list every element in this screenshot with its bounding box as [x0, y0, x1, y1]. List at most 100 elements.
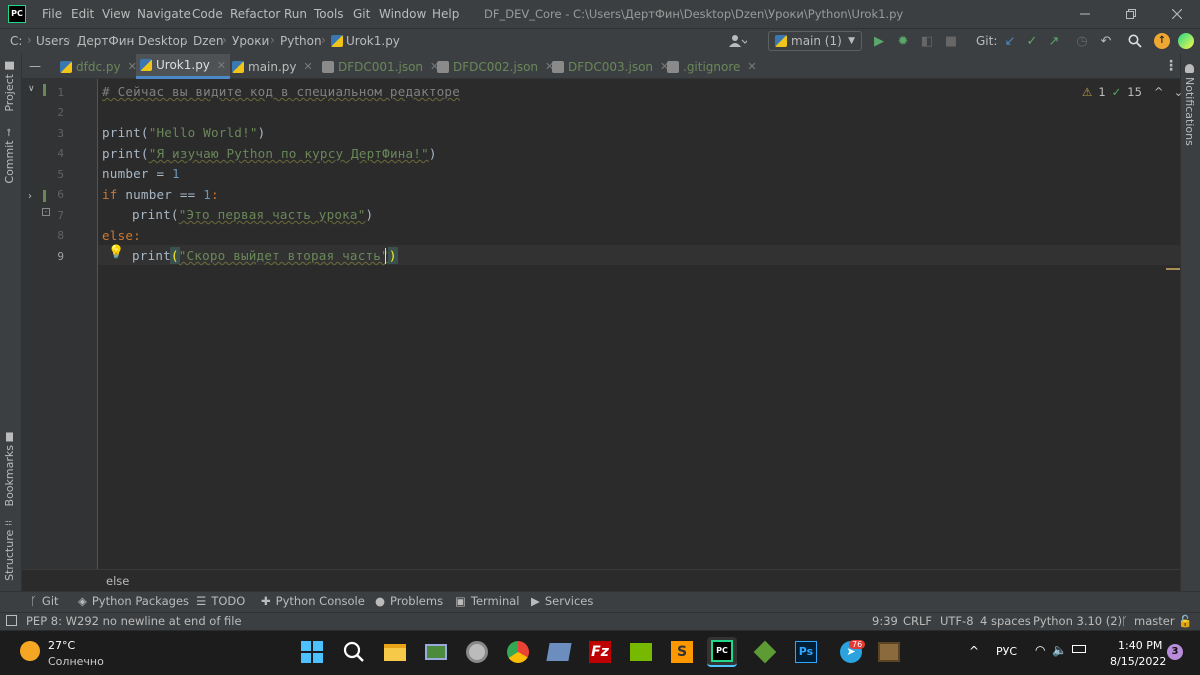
- tab-dfdc002-json[interactable]: DFDC002.json ✕: [433, 54, 558, 79]
- structure-tool-tab[interactable]: Structure ⁞⁞: [3, 520, 16, 581]
- lock-icon[interactable]: 🔓: [1178, 614, 1192, 628]
- minus-icon[interactable]: —: [29, 59, 41, 73]
- chrome-button[interactable]: [503, 637, 533, 667]
- problems-tool-button[interactable]: ● Problems: [375, 594, 443, 608]
- nvidia-button[interactable]: [626, 637, 656, 667]
- pycharm-logo-icon[interactable]: PC: [8, 5, 26, 23]
- stop-button[interactable]: ■: [941, 31, 961, 51]
- terminal-tool-button[interactable]: ▣ Terminal: [455, 594, 519, 608]
- toggle-tool-windows-icon[interactable]: [6, 615, 17, 626]
- git-rollback-button[interactable]: ↶: [1096, 31, 1116, 51]
- tab-dfdc001-json[interactable]: DFDC001.json ✕: [318, 54, 443, 79]
- python-console-tool-button[interactable]: ✚ Python Console: [261, 594, 365, 608]
- notifications-tool-tab[interactable]: Notifications: [1183, 64, 1196, 146]
- file-explorer-button[interactable]: [380, 637, 410, 667]
- file-encoding[interactable]: UTF-8: [940, 614, 974, 628]
- close-tab-icon[interactable]: ✕: [747, 60, 756, 73]
- project-tool-tab[interactable]: Project: [3, 62, 16, 112]
- chevron-up-icon[interactable]: ^: [1154, 85, 1164, 99]
- chevron-down-icon[interactable]: ⌄: [1174, 85, 1184, 99]
- tab-dfdc003-json[interactable]: DFDC003.json ✕: [548, 54, 673, 79]
- remote-desktop-button[interactable]: [421, 637, 451, 667]
- user-icon[interactable]: [728, 31, 748, 51]
- taskbar-search-button[interactable]: [339, 637, 369, 667]
- menu-run[interactable]: Run: [284, 7, 307, 21]
- caret-position[interactable]: 9:39: [872, 614, 898, 628]
- minecraft-button[interactable]: [750, 637, 780, 667]
- start-button[interactable]: [297, 637, 327, 667]
- menu-help[interactable]: Help: [432, 7, 459, 21]
- indent-setting[interactable]: 4 spaces: [980, 614, 1031, 628]
- close-window-button[interactable]: [1154, 0, 1200, 28]
- chevron-down-icon[interactable]: ∨: [28, 84, 35, 94]
- chevron-up-icon[interactable]: ^: [969, 644, 979, 658]
- restore-button[interactable]: [1108, 0, 1154, 28]
- clock-date[interactable]: 8/15/2022: [1110, 655, 1166, 668]
- inspection-widget[interactable]: ⚠ 1 ✓ 15 ^ ⌄: [1082, 85, 1183, 99]
- breadcrumb-file[interactable]: Urok1.py: [346, 34, 400, 48]
- git-push-button[interactable]: ↗: [1044, 31, 1064, 51]
- clock-time[interactable]: 1:40 PM: [1118, 639, 1162, 652]
- menu-file[interactable]: File: [42, 7, 62, 21]
- close-tab-icon[interactable]: ✕: [217, 59, 226, 72]
- photoshop-button[interactable]: Ps: [791, 637, 821, 667]
- menu-code[interactable]: Code: [192, 7, 223, 21]
- line-separator[interactable]: CRLF: [903, 614, 932, 628]
- bookmarks-tool-tab[interactable]: Bookmarks: [3, 432, 16, 506]
- services-tool-button[interactable]: ▶ Services: [531, 594, 593, 608]
- tab-gitignore[interactable]: .gitignore ✕: [663, 54, 761, 79]
- run-configuration-select[interactable]: main (1) ▼: [768, 31, 862, 51]
- menu-git[interactable]: Git: [353, 7, 370, 21]
- minimize-button[interactable]: [1062, 0, 1108, 28]
- commit-tool-tab[interactable]: Commit ⊸: [3, 128, 16, 184]
- app-button[interactable]: [462, 637, 492, 667]
- weather-desc[interactable]: Солнечно: [48, 655, 104, 668]
- tab-urok1-py[interactable]: Urok1.py ✕: [136, 54, 231, 79]
- sublime-button[interactable]: S: [667, 637, 697, 667]
- todo-tool-button[interactable]: ☰ TODO: [196, 594, 245, 608]
- breadcrumb-lessons[interactable]: Уроки: [232, 34, 269, 48]
- python-packages-tool-button[interactable]: ◈ Python Packages: [78, 594, 189, 608]
- coverage-button[interactable]: ◧: [917, 31, 937, 51]
- updates-button[interactable]: ↑: [1152, 31, 1172, 51]
- pycharm-taskbar-button[interactable]: PC: [707, 637, 737, 667]
- menu-edit[interactable]: Edit: [71, 7, 94, 21]
- menu-navigate[interactable]: Navigate: [137, 7, 191, 21]
- git-history-button[interactable]: ◷: [1072, 31, 1092, 51]
- filezilla-button[interactable]: Fz: [585, 637, 615, 667]
- notification-count-badge[interactable]: 3: [1167, 644, 1183, 660]
- breadcrumb-python[interactable]: Python: [280, 34, 322, 48]
- plugin-button[interactable]: [1176, 31, 1196, 51]
- battery-icon[interactable]: [1072, 645, 1086, 653]
- app-button[interactable]: [874, 637, 904, 667]
- editor-breadcrumb[interactable]: else: [106, 574, 129, 588]
- git-commit-button[interactable]: ✓: [1022, 31, 1042, 51]
- git-update-button[interactable]: ↙: [1000, 31, 1020, 51]
- breadcrumb-dzen[interactable]: Dzen: [193, 34, 224, 48]
- menu-window[interactable]: Window: [379, 7, 426, 21]
- menu-refactor[interactable]: Refactor: [230, 7, 280, 21]
- run-button[interactable]: ▶: [869, 31, 889, 51]
- git-tool-button[interactable]: ᚴ Git: [30, 594, 59, 608]
- app-button[interactable]: [544, 637, 574, 667]
- breadcrumb-drive[interactable]: C:: [10, 34, 22, 48]
- input-language[interactable]: РУС: [996, 645, 1017, 658]
- wifi-icon[interactable]: ◠: [1035, 643, 1045, 657]
- volume-icon[interactable]: 🔈: [1052, 643, 1067, 657]
- close-tab-icon[interactable]: ✕: [304, 60, 313, 73]
- breadcrumb-desktop[interactable]: Desktop: [138, 34, 188, 48]
- tab-main-py[interactable]: main.py ✕: [228, 54, 317, 79]
- lightbulb-icon[interactable]: 💡: [108, 245, 124, 260]
- vcs-branch[interactable]: master: [1134, 614, 1175, 628]
- search-everywhere-button[interactable]: [1125, 31, 1145, 51]
- chevron-right-icon[interactable]: ›: [28, 191, 32, 202]
- breadcrumb-user[interactable]: ДертФин: [77, 34, 134, 48]
- weather-temp[interactable]: 27°C: [48, 639, 75, 652]
- python-interpreter[interactable]: Python 3.10 (2): [1033, 614, 1122, 628]
- status-message[interactable]: PEP 8: W292 no newline at end of file: [26, 614, 242, 628]
- debug-button[interactable]: ✹: [893, 31, 913, 51]
- menu-view[interactable]: View: [102, 7, 130, 21]
- menu-tools[interactable]: Tools: [314, 7, 344, 21]
- sun-icon[interactable]: [20, 641, 40, 661]
- tab-dfdc-py[interactable]: dfdc.py ✕: [56, 54, 141, 79]
